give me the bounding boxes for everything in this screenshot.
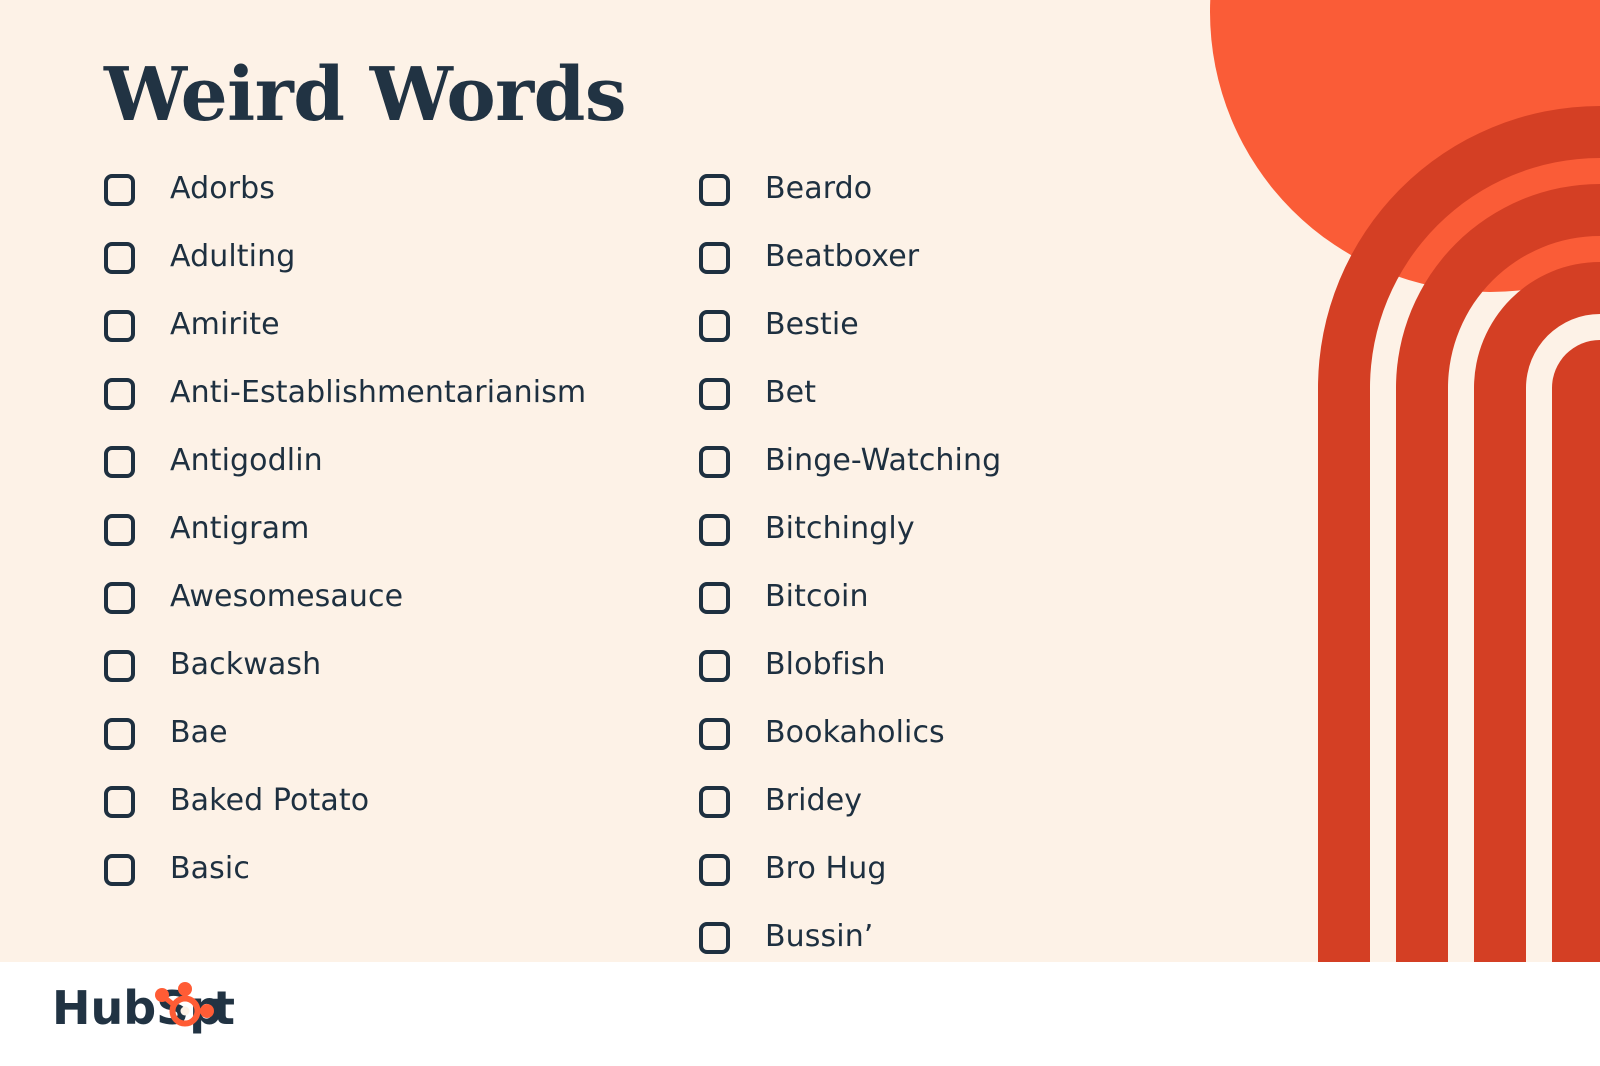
list-item-label: Bae [170,715,228,750]
list-item-label: Adorbs [170,171,275,206]
list-item[interactable]: Bookaholics [699,714,1219,752]
list-item-label: Basic [170,851,250,886]
checkbox-icon[interactable] [104,786,135,818]
list-item-label: Antigodlin [170,443,323,478]
list-item-label: Amirite [170,307,280,342]
hubspot-wordmark-after: t [213,981,235,1035]
list-item[interactable]: Bro Hug [699,850,1219,888]
list-item[interactable]: Antigram [104,510,699,548]
list-item-label: Baked Potato [170,783,370,818]
checkbox-icon[interactable] [104,718,135,750]
list-item-label: Blobfish [765,647,886,682]
list-item[interactable]: Adorbs [104,170,699,208]
checklist: Adorbs Adulting Amirite Anti-Establishme… [104,170,1304,956]
list-item[interactable]: Basic [104,850,699,888]
list-item-label: Awesomesauce [170,579,404,614]
checkbox-icon[interactable] [104,514,135,546]
list-item-label: Bridey [765,783,863,818]
checkbox-icon[interactable] [699,718,730,750]
concentric-arches [1318,106,1600,962]
footer: HubSp t [0,962,1600,1066]
checkbox-icon[interactable] [699,378,730,410]
checkbox-icon[interactable] [104,378,135,410]
list-item[interactable]: Baked Potato [104,782,699,820]
list-item-label: Binge-Watching [765,443,1002,478]
list-item[interactable]: Beatboxer [699,238,1219,276]
checklist-column-left: Adorbs Adulting Amirite Anti-Establishme… [104,170,699,888]
list-item[interactable]: Binge-Watching [699,442,1219,480]
checkbox-icon[interactable] [699,922,730,954]
list-item[interactable]: Bitcoin [699,578,1219,616]
list-item-label: Bitcoin [765,579,869,614]
list-item[interactable]: Backwash [104,646,699,684]
list-item[interactable]: Antigodlin [104,442,699,480]
checkbox-icon[interactable] [699,514,730,546]
checkbox-icon[interactable] [104,310,135,342]
list-item[interactable]: Bitchingly [699,510,1219,548]
list-item[interactable]: Blobfish [699,646,1219,684]
checkbox-icon[interactable] [104,174,135,206]
checkbox-icon[interactable] [104,446,135,478]
list-item[interactable]: Anti-Establishmentarianism [104,374,699,412]
checkbox-icon[interactable] [104,582,135,614]
poster-canvas: Weird Words Adorbs Adulting Amirite Anti… [0,0,1600,1066]
list-item[interactable]: Bridey [699,782,1219,820]
list-item-label: Bussin’ [765,919,874,954]
checkbox-icon[interactable] [699,242,730,274]
list-item[interactable]: Bet [699,374,1219,412]
list-item-label: Beardo [765,171,873,206]
list-item[interactable]: Bestie [699,306,1219,344]
checkbox-icon[interactable] [104,242,135,274]
list-item[interactable]: Awesomesauce [104,578,699,616]
list-item-label: Anti-Establishmentarianism [170,375,587,410]
hubspot-logo[interactable]: HubSp t [52,980,252,1036]
checkbox-icon[interactable] [699,854,730,886]
list-item-label: Bitchingly [765,511,915,546]
list-item-label: Bookaholics [765,715,945,750]
list-item-label: Beatboxer [765,239,920,274]
list-item[interactable]: Beardo [699,170,1219,208]
list-item-label: Antigram [170,511,310,546]
list-item[interactable]: Amirite [104,306,699,344]
checkbox-icon[interactable] [699,786,730,818]
poster-panel: Weird Words Adorbs Adulting Amirite Anti… [0,0,1600,962]
checklist-column-right: Beardo Beatboxer Bestie Bet Binge-Watchi… [699,170,1219,956]
list-item-label: Backwash [170,647,322,682]
list-item[interactable]: Bussin’ [699,918,1219,956]
checkbox-icon[interactable] [699,446,730,478]
list-item[interactable]: Bae [104,714,699,752]
list-item-label: Bro Hug [765,851,887,886]
checkbox-icon[interactable] [699,174,730,206]
hubspot-logo-icon: HubSp t [52,981,235,1035]
checkbox-icon[interactable] [104,854,135,886]
checkbox-icon[interactable] [699,650,730,682]
checkbox-icon[interactable] [699,582,730,614]
list-item[interactable]: Adulting [104,238,699,276]
list-item-label: Adulting [170,239,296,274]
list-item-label: Bestie [765,307,859,342]
page-title: Weird Words [104,52,627,138]
list-item-label: Bet [765,375,817,410]
checkbox-icon[interactable] [699,310,730,342]
checkbox-icon[interactable] [104,650,135,682]
